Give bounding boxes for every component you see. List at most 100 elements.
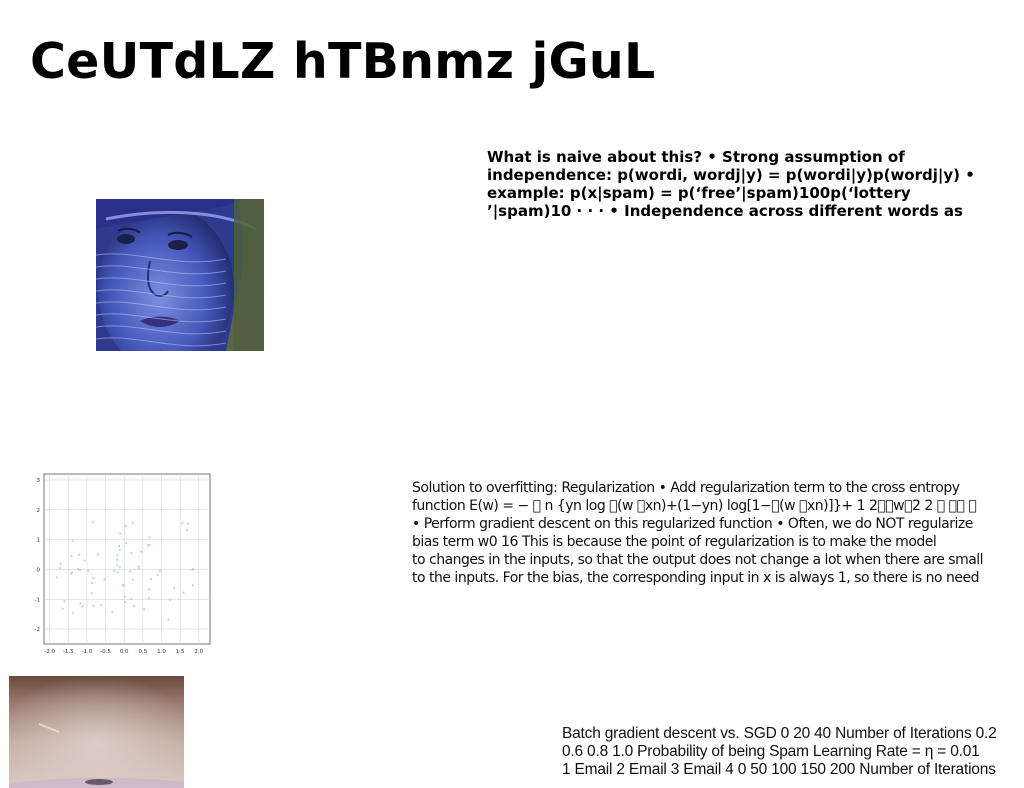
scatter-point	[71, 539, 74, 542]
scatter-point	[167, 618, 170, 621]
scatter-point	[137, 567, 141, 570]
scatter-point	[125, 541, 128, 545]
x-tick-label: 0.0	[120, 649, 129, 655]
y-tick-label: -1	[35, 597, 40, 603]
scatter-point	[55, 576, 58, 579]
scatter-point	[116, 558, 119, 561]
scatter-point	[61, 607, 64, 610]
scatter-point	[147, 597, 151, 600]
x-tick-label: -1.0	[82, 649, 93, 655]
scatter-point	[147, 544, 150, 547]
naive-bayes-text: What is naive about this? • Strong assum…	[487, 148, 1024, 220]
text-line: ’|spam)10 · · · • Independence across di…	[487, 202, 963, 220]
text-line: bias term w0 16 This is because the poin…	[412, 534, 937, 550]
scatter-point	[181, 521, 184, 525]
scatter-point	[139, 550, 143, 553]
scatter-point	[92, 576, 95, 579]
scatter-point	[129, 570, 132, 573]
scatter-point	[158, 569, 161, 572]
scatter-point	[182, 591, 185, 594]
scatter-point	[117, 544, 121, 548]
scatter-point	[137, 565, 140, 568]
scatter-point	[77, 567, 80, 571]
scatter-point	[192, 567, 195, 571]
scatter-point	[156, 574, 159, 577]
text-line: What is naive about this? • Strong assum…	[487, 148, 905, 166]
scatter-point	[116, 571, 119, 574]
scatter-point	[143, 608, 146, 611]
text-line: to the inputs. For the bias, the corresp…	[412, 570, 980, 586]
x-tick-label: -1.5	[63, 649, 74, 655]
y-tick-label: -2	[35, 627, 40, 633]
face-photo	[96, 199, 264, 351]
scatter-point	[118, 532, 122, 535]
face-photo-image	[96, 199, 264, 351]
y-tick-label: 0	[37, 567, 41, 573]
plot-area	[43, 473, 211, 645]
scatter-point	[116, 564, 119, 567]
scatter-plot: -2.0 -1.5 -1.0 -0.5 0.0 0.5 1.0 1.5 2.0 3 2 1 0 -1 -2	[35, 473, 211, 655]
room-photo	[9, 676, 184, 788]
scatter-point	[91, 521, 94, 524]
scatter-point	[100, 603, 103, 607]
scatter-point	[130, 551, 133, 555]
text-line: to changes in the inputs, so that the ou…	[412, 552, 984, 568]
regularization-text: Solution to overfitting: Regularization …	[412, 479, 1024, 587]
y-tick-label: 3	[37, 478, 41, 484]
text-line: Solution to overfitting: Regularization …	[412, 480, 960, 496]
scatter-point	[77, 553, 81, 556]
scatter-point	[72, 611, 75, 614]
scatter-point	[59, 567, 62, 570]
scatter-point	[78, 569, 82, 572]
text-line: Batch gradient descent vs. SGD 0 20 40 N…	[562, 725, 997, 742]
scatter-point	[116, 554, 119, 557]
plot-frame	[43, 473, 211, 645]
scatter-point	[118, 548, 121, 551]
scatter-point	[96, 553, 99, 556]
scatter-point	[148, 588, 151, 591]
scatter-point	[191, 584, 195, 587]
sgd-text: Batch gradient descent vs. SGD 0 20 40 N…	[562, 725, 1024, 779]
scatter-point	[186, 528, 189, 532]
scatter-point	[103, 578, 106, 581]
scatter-point	[123, 595, 126, 599]
text-line: independence: p(wordi, wordj|y) = p(word…	[487, 166, 975, 184]
room-photo-image	[9, 676, 184, 788]
x-tick-label: 1.0	[157, 649, 166, 655]
x-tick-label: 2.0	[194, 649, 203, 655]
page-title: CeUTdLZ hTBnmz jGuL	[30, 33, 656, 90]
x-tick-label: 0.5	[138, 649, 147, 655]
x-tick-label: 1.5	[176, 649, 185, 655]
scatter-point	[148, 536, 151, 539]
scatter-point	[91, 581, 94, 585]
scatter-point	[79, 602, 82, 605]
text-line: 0.6 0.8 1.0 Probability of being Spam Le…	[562, 743, 980, 760]
text-line: • Perform gradient descent on this regul…	[412, 516, 973, 532]
x-tick-label: -0.5	[100, 649, 111, 655]
scatter-point	[130, 597, 133, 601]
scatter-point	[173, 587, 176, 590]
x-tick-label: -2.0	[44, 649, 55, 655]
x-tick-labels: -2.0 -1.5 -1.0 -0.5 0.0 0.5 1.0 1.5 2.0	[44, 649, 203, 655]
scatter-point	[63, 600, 66, 603]
scatter-point	[132, 604, 136, 607]
y-tick-labels: 3 2 1 0 -1 -2	[35, 478, 41, 633]
scatter-point	[86, 569, 90, 572]
scatter-point	[70, 571, 73, 574]
y-tick-label: 1	[37, 538, 41, 544]
scatter-point	[81, 605, 84, 608]
scatter-point	[131, 521, 134, 524]
scatter-point	[118, 566, 121, 569]
scatter-point	[149, 578, 153, 581]
scatter-point	[187, 522, 190, 525]
scatter-point	[90, 592, 93, 595]
scatter-point	[70, 555, 73, 558]
scatter-point	[124, 524, 127, 528]
scatter-point	[83, 559, 86, 562]
scatter-point	[122, 584, 125, 587]
scatter-point	[59, 562, 62, 566]
scatter-point	[92, 605, 95, 608]
text-line: function E(w) = − ￿ n {yn log ￿(w ￿xn)+(…	[412, 498, 977, 514]
scatter-point	[124, 600, 127, 603]
text-line: example: p(x|spam) = p(‘free’|spam)100p(…	[487, 184, 911, 202]
